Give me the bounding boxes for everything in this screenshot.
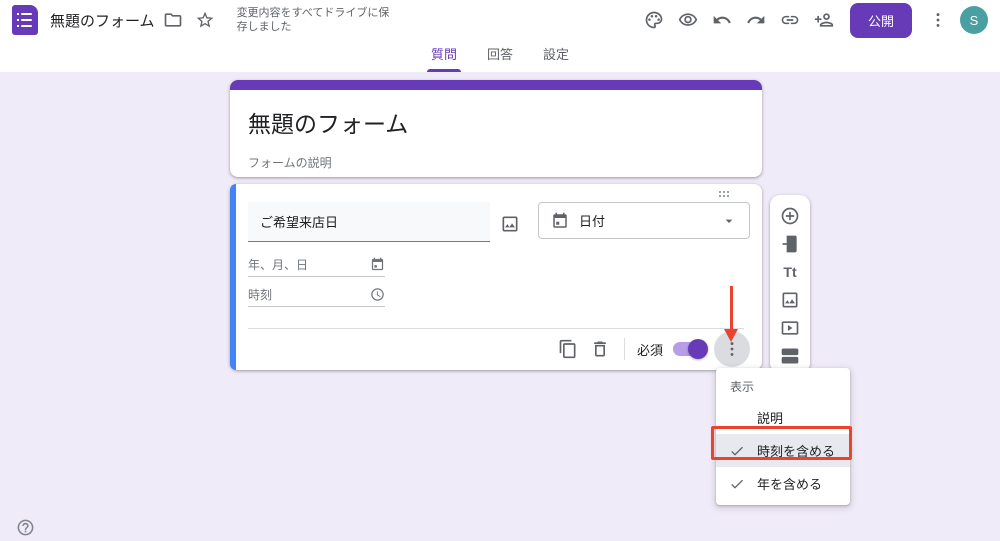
delete-question-button[interactable] [584, 333, 616, 365]
date-answer-preview: 年、月、日 [248, 252, 385, 277]
toggle-knob [688, 339, 708, 359]
add-title-icon: Tt [783, 264, 797, 280]
import-questions-icon [780, 234, 800, 254]
move-to-folder-button[interactable] [157, 4, 189, 36]
editor-tabs: 質問 回答 設定 [0, 40, 1000, 72]
undo-icon [712, 10, 732, 30]
add-section-button[interactable] [776, 342, 804, 370]
forms-logo-icon[interactable] [12, 5, 38, 35]
time-answer-preview: 時刻 [248, 282, 385, 307]
publish-button[interactable]: 公開 [849, 2, 912, 38]
copy-icon [558, 339, 578, 359]
add-question-icon [780, 206, 800, 226]
question-title-input[interactable]: ご希望来店日 [248, 202, 490, 242]
account-avatar[interactable]: S [960, 6, 988, 34]
more-vert-icon [730, 342, 734, 356]
annotation-arrow [730, 286, 733, 330]
add-collaborator-button[interactable] [808, 4, 840, 36]
copy-link-button[interactable] [774, 4, 806, 36]
form-description-input[interactable]: フォームの説明 [230, 139, 762, 171]
star-icon [195, 10, 215, 30]
tab-questions[interactable]: 質問 [426, 44, 462, 72]
duplicate-question-button[interactable] [552, 333, 584, 365]
save-status-text[interactable]: 変更内容をすべてドライブに保存しました [237, 6, 397, 34]
form-title-input[interactable]: 無題のフォーム [230, 90, 762, 139]
add-collaborator-icon [814, 10, 834, 30]
action-bar-divider [623, 338, 625, 360]
redo-button[interactable] [740, 4, 772, 36]
preview-button[interactable] [672, 4, 704, 36]
add-image-button[interactable] [776, 286, 804, 314]
question-action-bar: 必須 [230, 328, 762, 370]
google-forms-editor: 無題のフォーム 変更内容をすべてドライブに保存しました 公開 S 質問 回答 設… [0, 0, 1000, 541]
redo-icon [746, 10, 766, 30]
tab-responses[interactable]: 回答 [485, 44, 515, 72]
drag-handle[interactable] [719, 191, 729, 197]
clock-icon [371, 287, 384, 301]
star-button[interactable] [189, 4, 221, 36]
add-image-icon [780, 290, 800, 310]
import-questions-button[interactable] [776, 230, 804, 258]
calendar-icon [553, 212, 567, 228]
form-title-card: 無題のフォーム フォームの説明 [230, 80, 762, 177]
more-vert-icon [928, 10, 948, 30]
app-header: 無題のフォーム 変更内容をすべてドライブに保存しました 公開 S 質問 回答 設… [0, 0, 1000, 72]
link-icon [780, 10, 800, 30]
image-icon [500, 214, 520, 234]
header-toolbar: 無題のフォーム 変更内容をすべてドライブに保存しました 公開 S [0, 0, 1000, 40]
question-type-selected-value: 日付 [579, 214, 606, 229]
time-placeholder: 時刻 [248, 287, 273, 302]
check-icon [727, 476, 747, 492]
annotation-arrow-head [724, 329, 738, 342]
add-title-text-button[interactable]: Tt [776, 258, 804, 286]
theme-customize-button[interactable] [638, 4, 670, 36]
folder-icon [163, 10, 183, 30]
insert-toolbar: Tt [770, 195, 810, 373]
add-question-button[interactable] [776, 202, 804, 230]
help-icon [17, 519, 33, 535]
add-video-button[interactable] [776, 314, 804, 342]
add-question-image-button[interactable] [494, 208, 526, 240]
add-section-icon [780, 346, 800, 366]
menu-item-include-year[interactable]: 年を含める [716, 467, 850, 500]
question-type-dropdown[interactable]: 日付 [538, 202, 750, 239]
header-more-options-button[interactable] [922, 4, 954, 36]
required-label: 必須 [636, 342, 663, 358]
help-button[interactable] [9, 511, 41, 541]
date-placeholder: 年、月、日 [248, 257, 309, 272]
calendar-icon [371, 257, 384, 270]
question-card[interactable]: ご希望来店日 日付 年、月、日 時刻 必須 [230, 184, 762, 370]
header-actions: 公開 S [638, 2, 988, 38]
trash-icon [590, 339, 610, 359]
tab-settings[interactable]: 設定 [541, 44, 571, 72]
required-toggle[interactable] [673, 339, 708, 359]
document-title[interactable]: 無題のフォーム [50, 10, 155, 31]
chevron-down-icon [725, 219, 733, 223]
palette-icon [644, 10, 664, 30]
add-video-icon [780, 318, 800, 338]
annotation-highlight-box [711, 426, 852, 460]
menu-section-header: 表示 [730, 380, 755, 394]
theme-color-bar [230, 80, 762, 90]
preview-eye-icon [678, 10, 698, 30]
undo-button[interactable] [706, 4, 738, 36]
